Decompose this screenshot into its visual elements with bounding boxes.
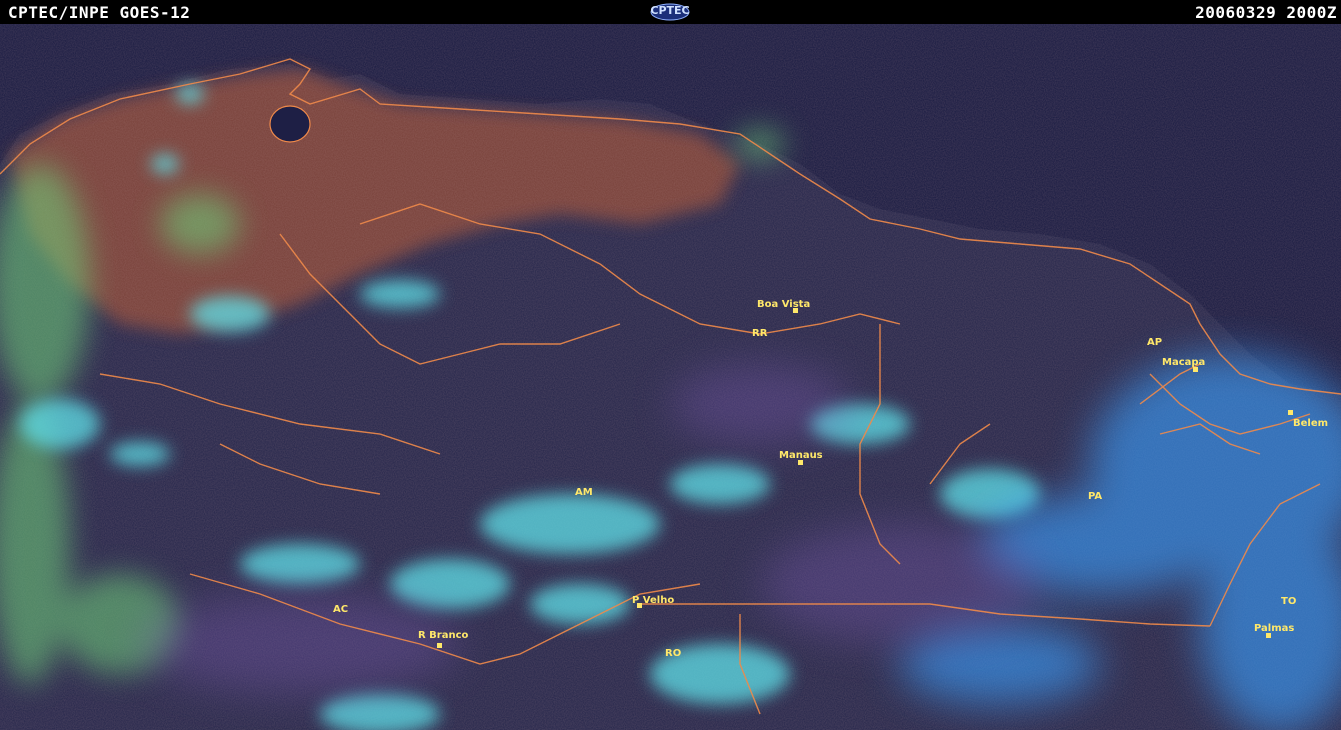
city-marker-manaus [798,460,803,465]
satellite-source-label: CPTEC/INPE GOES-12 [8,3,191,22]
image-timestamp: 20060329 2000Z [1195,3,1337,22]
city-marker-macapa [1193,367,1198,372]
city-label-macapa: Macapa [1162,357,1205,368]
city-marker-belem [1288,410,1293,415]
state-label-ac: AC [333,604,348,615]
state-label-pa: PA [1088,491,1102,502]
state-label-to: TO [1281,596,1296,607]
state-label-am: AM [575,487,593,498]
state-label-ro: RO [665,648,681,659]
city-label-boa-vista: Boa Vista [757,299,810,310]
city-marker-r-branco [437,643,442,648]
cptec-logo: CPTEC [650,3,690,21]
city-label-manaus: Manaus [779,450,823,461]
city-marker-p-velho [637,603,642,608]
city-label-r-branco: R Branco [418,630,469,641]
image-header: CPTEC/INPE GOES-12 CPTEC 20060329 2000Z [0,0,1341,24]
city-label-palmas: Palmas [1254,623,1294,634]
city-label-belem: Belem [1293,418,1328,429]
state-label-ap: AP [1147,337,1162,348]
lake-maracaibo [269,105,311,143]
logo-text: CPTEC [650,4,690,17]
city-marker-boa-vista [793,308,798,313]
satellite-map: RR AP AM PA AC RO TO Boa Vista Macapa Be… [0,24,1341,730]
state-label-rr: RR [752,328,768,339]
city-marker-palmas [1266,633,1271,638]
